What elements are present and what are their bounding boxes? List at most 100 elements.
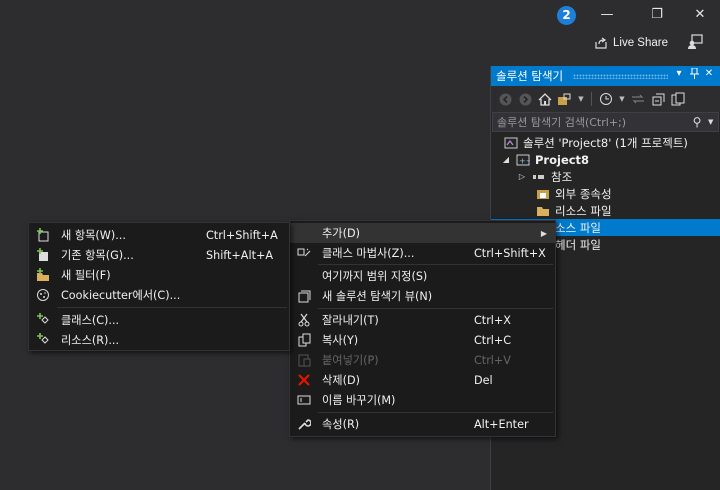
menu-item-copy[interactable]: 복사(Y) Ctrl+C [290, 330, 555, 350]
menu-separator [318, 264, 553, 265]
notification-badge[interactable]: 2 [557, 6, 576, 25]
menu-item-shortcut: Ctrl+C [474, 333, 512, 347]
menu-item-label: 삭제(D) [322, 374, 360, 387]
pin-icon[interactable] [687, 67, 701, 82]
menu-item-add[interactable]: 추가(D) ▶ [290, 223, 555, 243]
back-icon[interactable] [497, 91, 513, 107]
solution-explorer-title: 솔루션 탐색기 [496, 69, 564, 83]
cookiecutter-icon [35, 287, 51, 303]
menu-item-label: 클래스(C)... [61, 314, 120, 327]
menu-item-label: 새 솔루션 탐색기 뷰(N) [322, 290, 433, 303]
copy-icon [296, 332, 312, 348]
live-share-label: Live Share [613, 37, 668, 49]
submenu-arrow-icon: ▶ [540, 228, 547, 238]
search-icon[interactable]: ⚲ [686, 115, 708, 129]
title-grip [573, 74, 668, 79]
live-share-button[interactable]: Live Share [594, 34, 668, 52]
menu-item-delete[interactable]: 삭제(D) Del [290, 370, 555, 390]
chevron-down-icon[interactable]: ▼ [708, 118, 718, 126]
feedback-icon[interactable] [687, 34, 703, 50]
references-icon [533, 174, 544, 179]
add-submenu: 새 항목(W)... Ctrl+Shift+A 기존 항목(G)... Shif… [28, 222, 290, 351]
tree-item-label: 솔루션 'Project8' (1개 프로젝트) [523, 135, 688, 150]
existing-item-icon [35, 247, 51, 263]
menu-item-label: 속성(R) [322, 418, 360, 431]
tree-item-label: 헤더 파일 [555, 237, 601, 252]
submenu-item-existing-item[interactable]: 기존 항목(G)... Shift+Alt+A [29, 245, 289, 265]
menu-item-class-wizard[interactable]: 클래스 마법사(Z)... Ctrl+Shift+X [290, 243, 555, 263]
menu-item-paste[interactable]: 붙여넣기(P) Ctrl+V [290, 350, 555, 370]
tree-item-label: 외부 종속성 [555, 186, 612, 201]
pending-changes-filter-icon[interactable] [598, 91, 614, 107]
menu-item-label: 새 항목(W)... [61, 229, 126, 242]
search-placeholder: 솔루션 탐색기 검색(Ctrl+;) [497, 116, 627, 129]
close-panel-icon[interactable]: ✕ [702, 68, 716, 79]
menu-item-new-explorer-view[interactable]: 새 솔루션 탐색기 뷰(N) [290, 286, 555, 306]
tree-item-label: Project8 [535, 152, 590, 167]
menu-item-label: Cookiecutter에서(C)... [61, 289, 181, 302]
forward-icon[interactable] [517, 91, 533, 107]
new-item-icon [35, 227, 51, 243]
solution-explorer-title-bar[interactable]: 솔루션 탐색기 ▾ ✕ [491, 66, 720, 86]
menu-item-cut[interactable]: 잘라내기(T) Ctrl+X [290, 310, 555, 330]
tree-item-project[interactable]: ◢ ++ Project8 [491, 151, 720, 168]
close-button[interactable]: ✕ [688, 5, 712, 25]
chevron-down-icon[interactable]: ▼ [577, 91, 585, 107]
menu-item-shortcut: Del [474, 373, 493, 387]
submenu-item-class[interactable]: 클래스(C)... [29, 310, 289, 330]
menu-item-label: 붙여넣기(P) [322, 354, 379, 367]
menu-item-label: 이름 바꾸기(M) [322, 394, 396, 407]
project-icon: ++ [516, 154, 530, 165]
show-all-files-icon[interactable] [670, 91, 686, 107]
solution-icon [504, 137, 518, 148]
properties-icon [296, 416, 312, 432]
tree-item-references[interactable]: ▷ 참조 [491, 168, 720, 185]
restore-button[interactable]: ❐ [645, 5, 669, 25]
collapsed-arrow-icon[interactable]: ▷ [516, 172, 528, 181]
menu-item-properties[interactable]: 속성(R) Alt+Enter [290, 414, 555, 434]
menu-item-label: 새 필터(F) [61, 269, 111, 282]
expanded-arrow-icon[interactable]: ◢ [500, 155, 512, 164]
svg-text:++: ++ [519, 156, 530, 165]
resource-icon [35, 332, 51, 348]
window-position-dropdown-icon[interactable]: ▾ [672, 68, 686, 79]
external-dependencies-icon [537, 189, 549, 199]
tree-item-label: 리소스 파일 [555, 203, 612, 218]
share-icon [595, 37, 607, 49]
collapse-all-icon[interactable] [650, 91, 666, 107]
solution-explorer-search-box[interactable]: 솔루션 탐색기 검색(Ctrl+;) ⚲ ▼ [492, 112, 719, 132]
submenu-item-new-filter[interactable]: 새 필터(F) [29, 265, 289, 285]
new-filter-icon [35, 267, 51, 283]
chevron-down-icon[interactable]: ▼ [618, 91, 626, 107]
rename-icon [296, 392, 312, 408]
switch-views-icon[interactable] [557, 91, 573, 107]
submenu-item-resource[interactable]: 리소스(R)... [29, 330, 289, 350]
tree-item-external-dependencies[interactable]: 외부 종속성 [491, 185, 720, 202]
folder-icon [537, 206, 549, 216]
minimize-button[interactable]: — [595, 5, 619, 25]
menu-item-shortcut: Ctrl+V [474, 353, 511, 367]
menu-item-label: 잘라내기(T) [322, 314, 379, 327]
submenu-item-new-item[interactable]: 새 항목(W)... Ctrl+Shift+A [29, 225, 289, 245]
sync-icon[interactable] [630, 91, 646, 107]
home-icon[interactable] [537, 91, 553, 107]
menu-item-shortcut: Alt+Enter [474, 417, 529, 431]
menu-item-label: 클래스 마법사(Z)... [322, 247, 415, 260]
tree-item-resource-files[interactable]: 리소스 파일 [491, 202, 720, 219]
menu-item-scope-to-this[interactable]: 여기까지 범위 지정(S) [290, 266, 555, 286]
delete-icon [296, 372, 312, 388]
class-icon [35, 312, 51, 328]
cut-icon [296, 312, 312, 328]
menu-item-label: 기존 항목(G)... [61, 249, 134, 262]
menu-separator [318, 412, 553, 413]
paste-icon [296, 352, 312, 368]
menu-item-label: 복사(Y) [322, 334, 359, 347]
tree-item-label: 참조 [551, 169, 573, 184]
menu-separator [57, 307, 287, 308]
submenu-item-cookiecutter[interactable]: Cookiecutter에서(C)... [29, 285, 289, 305]
menu-item-label: 여기까지 범위 지정(S) [322, 270, 428, 283]
menu-item-shortcut: Ctrl+X [474, 313, 511, 327]
menu-item-rename[interactable]: 이름 바꾸기(M) [290, 390, 555, 410]
class-wizard-icon [296, 245, 312, 261]
tree-item-solution[interactable]: 솔루션 'Project8' (1개 프로젝트) [491, 134, 720, 151]
